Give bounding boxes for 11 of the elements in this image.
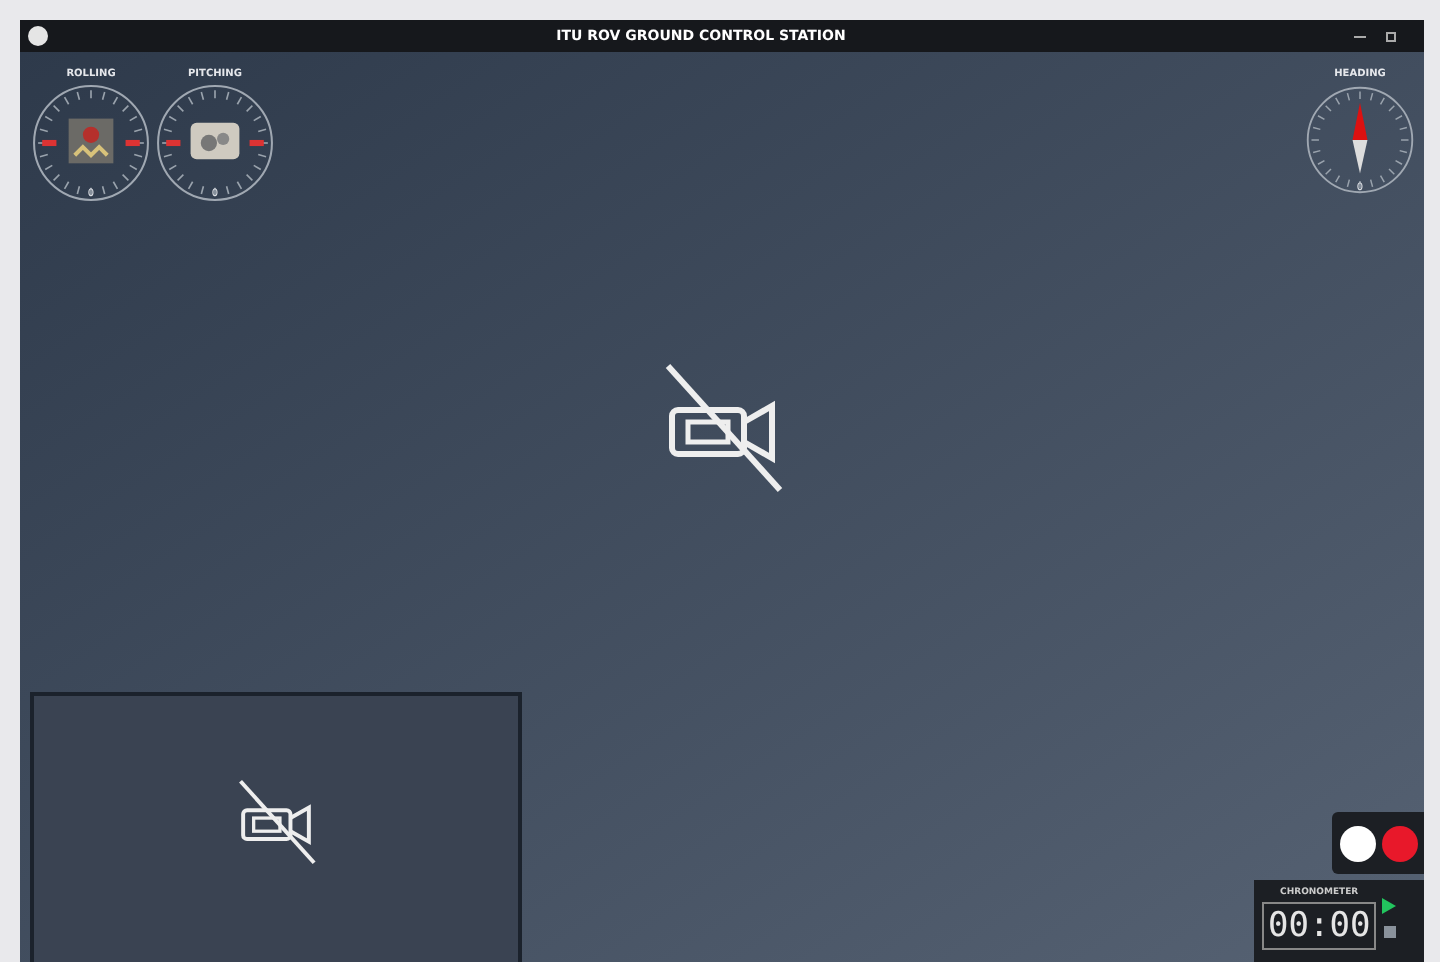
record-button[interactable] bbox=[1382, 825, 1418, 861]
chronometer-time: 00:00 bbox=[1262, 902, 1377, 950]
snapshot-button[interactable] bbox=[1340, 825, 1376, 861]
attitude-gauge bbox=[154, 82, 276, 204]
app-icon bbox=[28, 26, 48, 46]
stop-icon[interactable] bbox=[1383, 926, 1396, 938]
minimize-button[interactable] bbox=[1354, 35, 1366, 37]
attitude-gauge bbox=[30, 82, 152, 204]
play-icon[interactable] bbox=[1382, 898, 1397, 914]
compass-gauge bbox=[1304, 82, 1416, 198]
maximize-button[interactable] bbox=[1386, 31, 1396, 41]
